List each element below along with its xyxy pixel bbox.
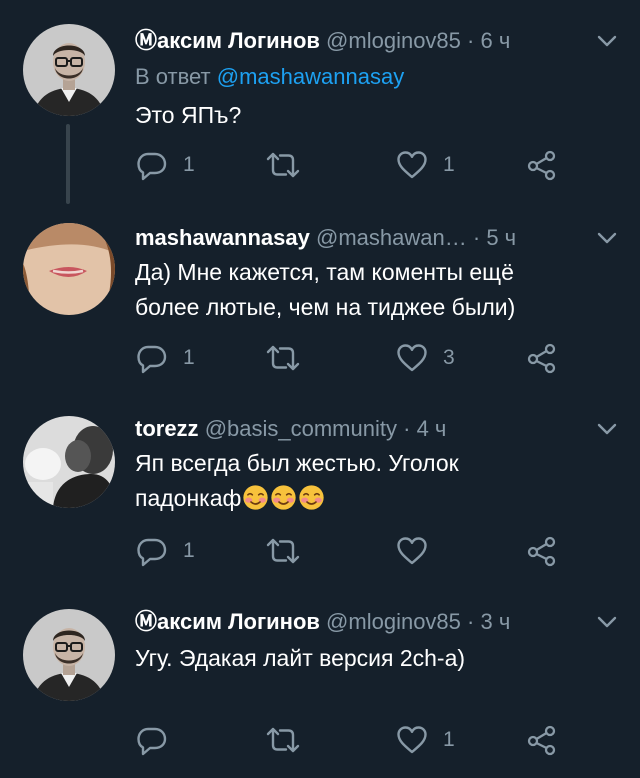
- reply-icon: [135, 148, 169, 182]
- like-button[interactable]: [395, 534, 443, 568]
- tweet[interactable]: mashawannasay @mashawan… · 5 ч Да) Мне к…: [0, 195, 640, 390]
- avatar[interactable]: [23, 223, 115, 315]
- reply-icon: [135, 534, 169, 568]
- retweet-icon: [263, 148, 303, 182]
- like-button[interactable]: 1: [395, 148, 455, 182]
- blushing-face-icon: [270, 484, 297, 511]
- tweet-text: Это ЯПъ?: [135, 102, 242, 128]
- separator-dot: ·: [403, 416, 411, 441]
- author-handle[interactable]: @mashawan…: [316, 225, 467, 250]
- retweet-button[interactable]: [263, 341, 317, 375]
- blushing-face-icon: [298, 484, 325, 511]
- share-button[interactable]: [525, 534, 559, 568]
- share-button[interactable]: [525, 341, 559, 375]
- reply-context: В ответ @mashawannasay: [135, 62, 404, 92]
- tweet-text: Угу. Эдакая лайт версия 2ch-a): [135, 645, 466, 671]
- tweet-header: mashawannasay @mashawan… · 5 ч: [135, 223, 585, 253]
- reply-button[interactable]: 1: [135, 148, 195, 182]
- like-button[interactable]: 1: [395, 723, 455, 757]
- author-name[interactable]: mashawannasay: [135, 225, 310, 250]
- retweet-button[interactable]: [263, 148, 317, 182]
- timestamp[interactable]: 5 ч: [486, 225, 516, 250]
- action-bar: 1: [135, 723, 575, 757]
- retweet-icon: [263, 723, 303, 757]
- separator-dot: ·: [472, 225, 481, 250]
- tweet[interactable]: Ⓜаксим Логинов @mloginov85 · 3 ч Угу. Эд…: [0, 585, 640, 778]
- share-icon: [525, 148, 559, 182]
- tweet-text: Яп всегда был жестью. Уголок падонкаф: [135, 446, 605, 516]
- action-bar: 1 1: [135, 148, 575, 182]
- tweet[interactable]: torezz @basis_community · 4 ч Яп всегда …: [0, 390, 640, 585]
- tweet-header: Ⓜаксим Логинов @mloginov85 · 6 ч: [135, 26, 585, 56]
- author-handle[interactable]: @mloginov85: [326, 28, 461, 53]
- blushing-face-icon: [242, 484, 269, 511]
- tweet-text-fragment: падонкаф: [135, 485, 242, 511]
- chevron-down-icon[interactable]: [594, 225, 620, 251]
- separator-dot: ·: [467, 28, 475, 53]
- like-count: 1: [443, 153, 455, 176]
- tweet-text-line: Яп всегда был жестью. Уголок: [135, 450, 459, 476]
- tweet-text-line: Да) Мне кажется, там коменты ещё: [135, 259, 514, 285]
- tweet-header: Ⓜаксим Логинов @mloginov85 · 3 ч: [135, 607, 585, 637]
- reply-count: 1: [183, 539, 195, 562]
- heart-icon: [395, 534, 429, 568]
- share-icon: [525, 723, 559, 757]
- tweet-text-line: падонкаф: [135, 481, 605, 516]
- retweet-icon: [263, 534, 303, 568]
- separator-dot: ·: [467, 609, 475, 634]
- author-handle[interactable]: @basis_community: [205, 416, 397, 441]
- like-button[interactable]: 3: [395, 341, 455, 375]
- heart-icon: [395, 341, 429, 375]
- reply-button[interactable]: 1: [135, 534, 195, 568]
- avatar[interactable]: [23, 609, 115, 701]
- timestamp[interactable]: 4 ч: [417, 416, 447, 441]
- share-icon: [525, 534, 559, 568]
- reply-count: 1: [183, 153, 195, 176]
- reply-count: 1: [183, 346, 195, 369]
- chevron-down-icon[interactable]: [594, 28, 620, 54]
- avatar[interactable]: [23, 416, 115, 508]
- heart-icon: [395, 723, 429, 757]
- chevron-down-icon[interactable]: [594, 609, 620, 635]
- chevron-down-icon[interactable]: [594, 416, 620, 442]
- author-name[interactable]: Ⓜаксим Логинов: [135, 28, 320, 53]
- action-bar: 1: [135, 534, 575, 568]
- timestamp[interactable]: 6 ч: [480, 28, 510, 53]
- like-count: 1: [443, 728, 455, 751]
- reply-prefix: В ответ: [135, 64, 211, 89]
- tweet-text-line: более лютые, чем на тиджее были): [135, 294, 516, 320]
- reply-icon: [135, 341, 169, 375]
- action-bar: 1 3: [135, 341, 575, 375]
- share-button[interactable]: [525, 148, 559, 182]
- thread-line: [66, 124, 70, 204]
- heart-icon: [395, 148, 429, 182]
- tweet-header: torezz @basis_community · 4 ч: [135, 414, 585, 444]
- timestamp[interactable]: 3 ч: [480, 609, 510, 634]
- reply-button[interactable]: 1: [135, 341, 195, 375]
- retweet-icon: [263, 341, 303, 375]
- reply-mention-link[interactable]: @mashawannasay: [217, 64, 404, 89]
- retweet-button[interactable]: [263, 723, 317, 757]
- author-name[interactable]: torezz: [135, 416, 199, 441]
- share-icon: [525, 341, 559, 375]
- tweet-text: Да) Мне кажется, там коменты ещё более л…: [135, 255, 605, 325]
- share-button[interactable]: [525, 723, 559, 757]
- reply-button[interactable]: [135, 723, 183, 757]
- tweet[interactable]: Ⓜаксим Логинов @mloginov85 · 6 ч В ответ…: [0, 0, 640, 204]
- like-count: 3: [443, 346, 455, 369]
- reply-icon: [135, 723, 169, 757]
- author-handle[interactable]: @mloginov85: [326, 609, 461, 634]
- avatar[interactable]: [23, 24, 115, 116]
- author-name[interactable]: Ⓜаксим Логинов: [135, 609, 320, 634]
- retweet-button[interactable]: [263, 534, 317, 568]
